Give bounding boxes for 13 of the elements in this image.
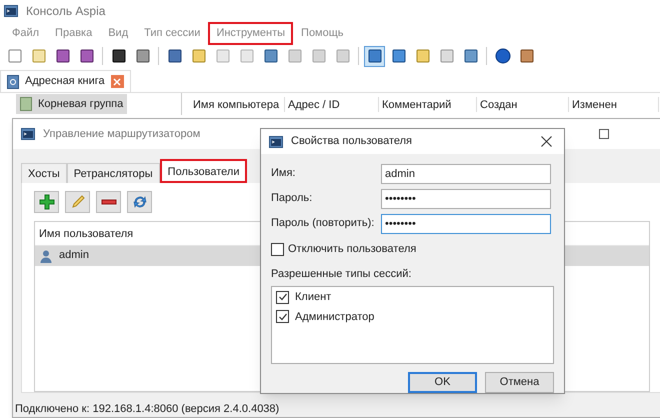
checkbox-label: Клиент [295, 290, 332, 305]
field-label: Пароль (повторить): [271, 216, 376, 232]
checkbox-label: Администратор [295, 310, 374, 324]
dialog-title: Свойства пользователя [291, 134, 412, 150]
window-title: Управление маршрутизатором [43, 126, 200, 142]
user-name: admin [59, 248, 89, 264]
field-label: Пароль: [271, 191, 314, 206]
tab-label: Адресная книга [25, 74, 105, 90]
field-label: Имя: [271, 166, 296, 182]
window-title: Консоль Aspia [26, 3, 106, 20]
status-text: Подключено к: 192.168.1.4:8060 (версия 2.4.0.4038) [14, 402, 280, 416]
checkbox-label: Отключить пользователя [288, 242, 416, 257]
section-label: Разрешенные типы сессий: [271, 266, 412, 282]
